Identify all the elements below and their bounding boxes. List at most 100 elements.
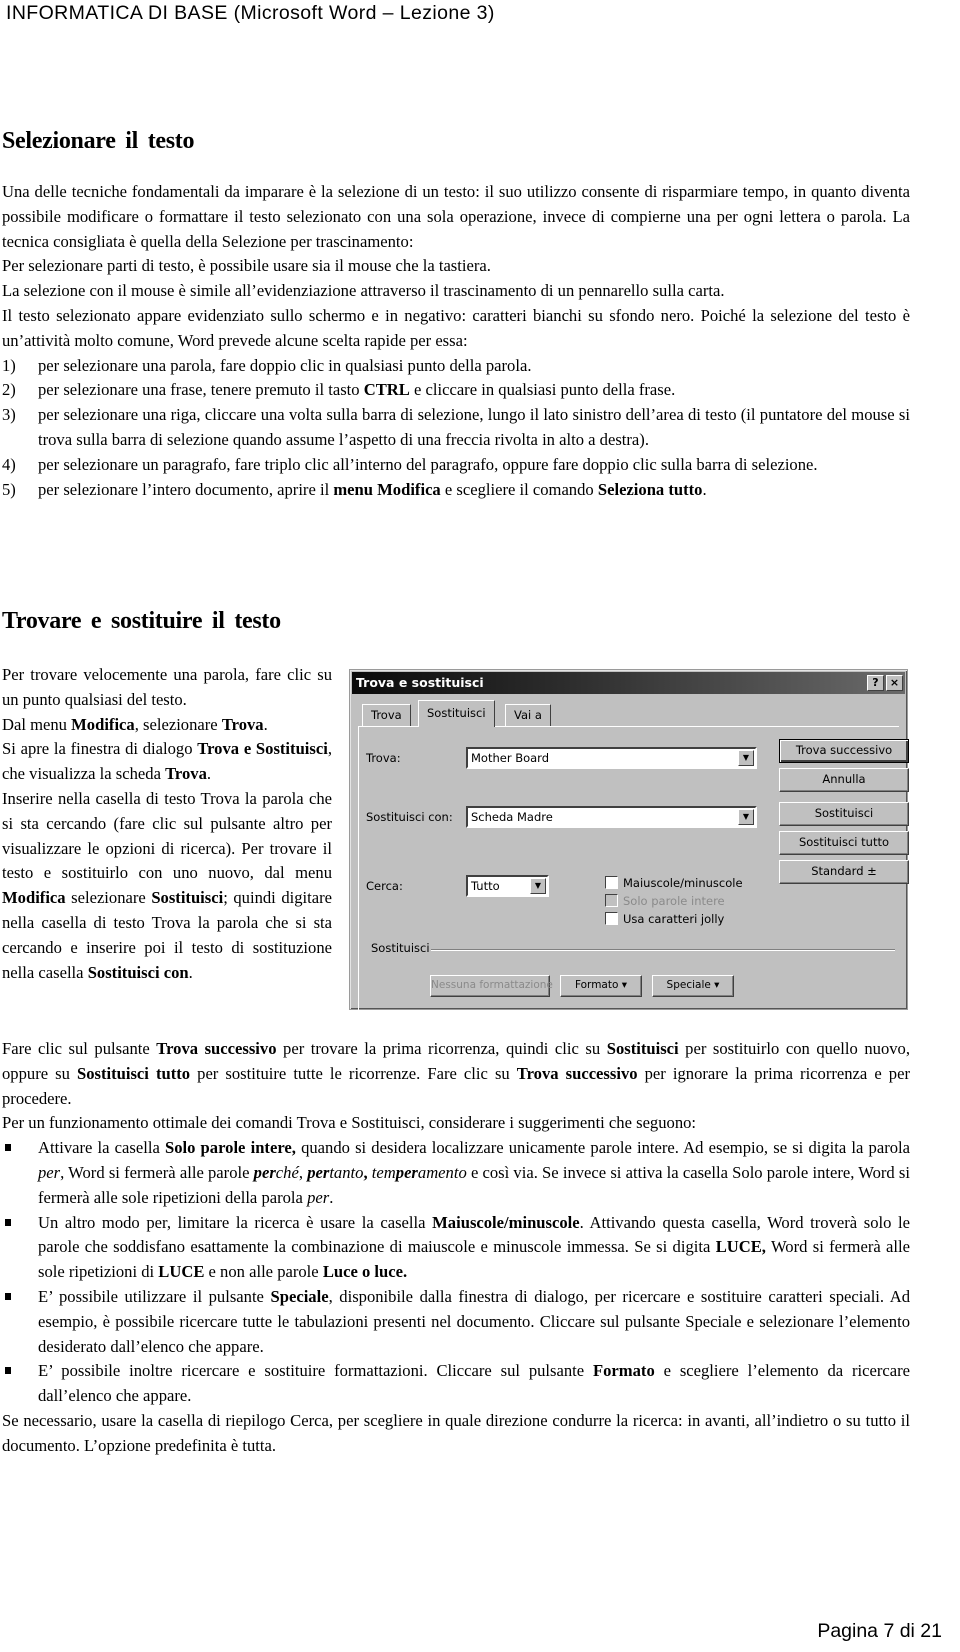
- find-replace-dialog: Trova e sostituisci ? × Trova Sostituisc…: [349, 669, 909, 1019]
- bold-text: Trova successivo: [516, 1063, 638, 1083]
- text-run: Un altro modo per, limitare la ricerca è…: [38, 1212, 433, 1232]
- tab-label: Sostituisci: [427, 706, 486, 720]
- text-run: ,: [298, 1162, 308, 1182]
- help-icon[interactable]: ?: [867, 675, 884, 691]
- format-button[interactable]: Formato ▾: [560, 975, 642, 997]
- special-button[interactable]: Speciale ▾: [652, 975, 734, 997]
- paragraph: Il testo selezionato appare evidenziato …: [2, 305, 910, 350]
- text-run: quando si desidera localizzare unicament…: [295, 1138, 910, 1158]
- dropdown-arrow-icon[interactable]: ▼: [738, 750, 754, 766]
- standard-button[interactable]: Standard ±: [779, 860, 909, 884]
- selection-shortcuts-list: 1) per selezionare una parola, fare doppi…: [2, 354, 910, 503]
- list-item: 1) per selezionare una parola, fare doppi…: [2, 354, 910, 379]
- checkbox-whole-words[interactable]: Solo parole intere: [605, 894, 725, 908]
- bold-text: Maiuscole/minuscole: [432, 1212, 580, 1232]
- tips-bullet-list: Attivare la casella Solo parole intere, …: [2, 1136, 910, 1409]
- find-combobox[interactable]: Mother Board ▼: [466, 747, 757, 769]
- search-direction-select[interactable]: Tutto ▼: [466, 875, 549, 897]
- search-label: Cerca:: [366, 879, 403, 893]
- list-text: per selezionare una parola, fare doppio …: [38, 354, 910, 379]
- text-run: .: [329, 1187, 334, 1207]
- tab-vai-a[interactable]: Vai a: [505, 704, 551, 726]
- paragraph: La selezione con il mouse è simile all’e…: [2, 281, 725, 301]
- list-text: per selezionare un paragrafo, fare tripl…: [38, 453, 910, 478]
- bold-text: Sostituisci con: [87, 962, 189, 982]
- bold-text: Solo parole intere,: [164, 1138, 296, 1158]
- bold-text: ,: [363, 1162, 368, 1182]
- find-label: Trova:: [366, 751, 401, 765]
- italic-text: per: [38, 1162, 61, 1182]
- bold-text: per: [253, 1162, 276, 1182]
- bold-text: menu Modifica: [333, 479, 441, 499]
- group-divider: [431, 949, 895, 951]
- replace-all-button[interactable]: Sostituisci tutto: [779, 831, 909, 855]
- bullet-item: E’ possibile inoltre ricercare e sostitu…: [2, 1359, 910, 1409]
- list-number: 2): [2, 380, 16, 400]
- bold-text: Modifica: [71, 714, 135, 734]
- bold-text: CTRL: [363, 380, 410, 400]
- list-number: 1): [2, 355, 16, 375]
- search-value: Tutto: [471, 879, 500, 893]
- dialog-titlebar: Trova e sostituisci ? ×: [352, 672, 905, 694]
- checkbox-box[interactable]: [605, 876, 618, 889]
- section-title-selezionare: Selezionare il testo: [2, 128, 195, 154]
- dropdown-arrow-icon[interactable]: ▼: [530, 878, 546, 894]
- bold-text: per: [307, 1162, 330, 1182]
- bullet-icon: [2, 1285, 38, 1359]
- italic-text: tanto: [329, 1162, 364, 1182]
- replace-combobox[interactable]: Scheda Madre ▼: [466, 806, 757, 828]
- no-formatting-button[interactable]: Nessuna formattazione: [430, 975, 553, 997]
- bold-text: Sostituisci: [151, 888, 224, 908]
- list-text: per selezionare l’intero documento, apri…: [38, 478, 910, 503]
- page-header: INFORMATICA DI BASE (Microsoft Word – Le…: [6, 2, 495, 24]
- text-run: .: [206, 764, 212, 784]
- checkbox-box[interactable]: [605, 894, 618, 907]
- text-run: Inserire nella casella di testo Trova la…: [2, 788, 332, 883]
- paragraph: Per selezionare parti di testo, è possib…: [2, 256, 491, 276]
- bullet-text: E’ possibile inoltre ricercare e sostitu…: [38, 1359, 910, 1409]
- paragraph: Inserire nella casella di testo Trova la…: [2, 787, 332, 985]
- list-number: 5): [2, 479, 16, 499]
- replace-label: Sostituisci con:: [366, 810, 453, 824]
- text-run: Se necessario, usare la casella di riepi…: [2, 1410, 910, 1455]
- bullet-item: Attivare la casella Solo parole intere, …: [2, 1136, 910, 1210]
- bold-text: Luce o luce.: [322, 1262, 408, 1282]
- text-run: E’ possibile utilizzare il pulsante: [38, 1286, 271, 1306]
- paragraph: Una delle tecniche fondamentali da impar…: [2, 182, 910, 251]
- list-item: 3) per selezionare una riga, cliccare una…: [2, 403, 910, 453]
- dialog-title: Trova e sostituisci: [356, 675, 484, 690]
- list-text: per selezionare una riga, cliccare una v…: [38, 403, 910, 453]
- paragraph: Per un funzionamento ottimale dei comand…: [2, 1111, 910, 1136]
- italic-text: amento: [417, 1162, 467, 1182]
- bold-text: Trova: [221, 714, 264, 734]
- paragraph: Si apre la finestra di dialogo Trova e S…: [2, 737, 332, 787]
- text-run: per sostituire tutte le ricorrenze. Fare…: [190, 1063, 517, 1083]
- find-next-button[interactable]: Trova successivo: [779, 739, 909, 763]
- bullet-icon: [2, 1211, 38, 1285]
- replace-button[interactable]: Sostituisci: [779, 802, 909, 826]
- bold-text: Trova successivo: [156, 1039, 277, 1058]
- checkbox-match-case[interactable]: Maiuscole/minuscole: [605, 876, 743, 890]
- list-item: 2) per selezionare una frase, tenere prem…: [2, 378, 910, 403]
- text-run: per selezionare l’intero documento, apri…: [38, 479, 334, 499]
- text-run: e scegliere il comando: [440, 479, 598, 499]
- tab-sostituisci[interactable]: Sostituisci: [418, 700, 495, 727]
- tab-trova[interactable]: Trova: [362, 704, 411, 726]
- close-icon[interactable]: ×: [886, 675, 903, 691]
- checkbox-wildcards[interactable]: Usa caratteri jolly: [605, 912, 724, 926]
- text-run: , selezionare: [134, 714, 222, 734]
- text-run: .: [702, 479, 707, 499]
- text-run: Si apre la finestra di dialogo: [2, 739, 198, 759]
- text-run: Fare clic sul pulsante: [2, 1039, 157, 1058]
- text-run: per selezionare un paragrafo, fare tripl…: [38, 454, 818, 474]
- after-paragraphs: Fare clic sul pulsante Trova successivo …: [2, 1037, 910, 1136]
- checkbox-box[interactable]: [605, 912, 618, 925]
- text-run: , Word si fermerà alle parole: [60, 1162, 254, 1182]
- find-value: Mother Board: [471, 751, 550, 765]
- italic-text: per: [307, 1187, 330, 1207]
- bold-text: Sostituisci tutto: [76, 1063, 191, 1083]
- bold-text: Formato: [593, 1361, 655, 1381]
- cancel-button[interactable]: Annulla: [779, 768, 909, 792]
- bold-text: Trova: [165, 764, 207, 784]
- dropdown-arrow-icon[interactable]: ▼: [738, 809, 754, 825]
